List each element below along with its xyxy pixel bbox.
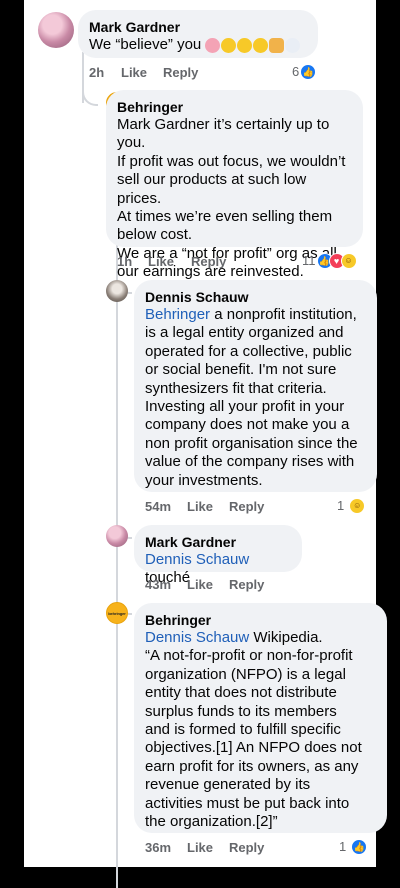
haha-reaction-icon: ☺ (349, 498, 366, 514)
reply-button[interactable]: Reply (229, 839, 264, 857)
timestamp[interactable]: 54m (145, 498, 171, 516)
reaction-count: 1 (339, 839, 347, 854)
avatar[interactable] (106, 525, 128, 547)
mention-link[interactable]: Dennis Schauw (145, 629, 249, 646)
like-reaction-icon: 👍 (351, 839, 368, 855)
like-button[interactable]: Like (187, 839, 213, 857)
comment-text: Behringer a nonprofit institution, is a … (145, 306, 358, 489)
reaction-count: 6 (292, 64, 300, 79)
comment-bubble: Mark Gardner Dennis Schauw touché (134, 525, 302, 586)
emoji-row (205, 37, 301, 53)
avatar[interactable] (38, 12, 74, 48)
comment-author[interactable]: Mark Gardner (145, 533, 290, 551)
comment-actions: 54m Like Reply (145, 498, 345, 516)
comment-text: We “believe” you (89, 36, 306, 54)
reaction-summary[interactable]: 6 👍 (292, 63, 317, 81)
reply-button[interactable]: Reply (163, 64, 198, 82)
comment-text: Dennis Schauw Wikipedia. “A not-for-prof… (145, 629, 362, 831)
comment-author[interactable]: Mark Gardner (89, 18, 306, 36)
reply-button[interactable]: Reply (229, 498, 264, 516)
joy-emoji-icon (221, 37, 237, 53)
reaction-count: 1 (337, 498, 345, 513)
comment-actions: 36m Like Reply (145, 839, 345, 857)
comment-thread: Mark Gardner We “believe” you 2h Like Re… (24, 0, 387, 888)
like-button[interactable]: Like (121, 64, 147, 82)
timestamp[interactable]: 2h (89, 64, 104, 82)
reply-button[interactable]: Reply (191, 253, 226, 271)
comment-author[interactable]: Dennis Schauw (145, 288, 365, 306)
mention-link[interactable]: Behringer (145, 306, 210, 323)
like-button[interactable]: Like (187, 576, 213, 594)
comment-bubble: Dennis Schauw Behringer a nonprofit inst… (134, 280, 377, 492)
clown-face-emoji-icon (285, 37, 301, 53)
mention-link[interactable]: Dennis Schauw (145, 551, 249, 568)
like-reaction-icon: 👍 (300, 64, 317, 80)
timestamp[interactable]: 36m (145, 839, 171, 857)
reaction-summary[interactable]: 1 👍 (339, 838, 368, 856)
joy-emoji-icon (253, 37, 269, 53)
woman-facepalming-emoji-icon (205, 37, 221, 53)
haha-reaction-icon: ☺ (340, 253, 357, 269)
joy-emoji-icon (237, 37, 253, 53)
comment-bubble: Behringer Mark Gardner it’s certainly up… (106, 90, 363, 280)
comment-actions: 1h Like Reply (117, 253, 317, 271)
comment-bubble: Behringer Dennis Schauw Wikipedia. “A no… (134, 603, 387, 833)
timestamp[interactable]: 1h (117, 253, 132, 271)
comment-author[interactable]: Behringer (145, 611, 375, 629)
clapping-hands-emoji-icon (269, 37, 285, 53)
like-button[interactable]: Like (187, 498, 213, 516)
reply-button[interactable]: Reply (229, 576, 264, 594)
reaction-count: 11 (302, 253, 316, 268)
comment-bubble: Mark Gardner We “believe” you (78, 10, 318, 58)
behringer-logo: behringer (108, 610, 126, 616)
avatar[interactable] (106, 280, 128, 302)
comment-author[interactable]: Behringer (117, 98, 351, 116)
like-button[interactable]: Like (148, 253, 174, 271)
comment-actions: 43m Like Reply (145, 576, 345, 594)
reaction-summary[interactable]: 11 👍 ♥ ☺ (302, 252, 357, 270)
timestamp[interactable]: 43m (145, 576, 171, 594)
comment-actions: 2h Like Reply (89, 64, 289, 82)
reaction-summary[interactable]: 1 ☺ (337, 497, 366, 515)
avatar[interactable]: behringer (106, 602, 128, 624)
